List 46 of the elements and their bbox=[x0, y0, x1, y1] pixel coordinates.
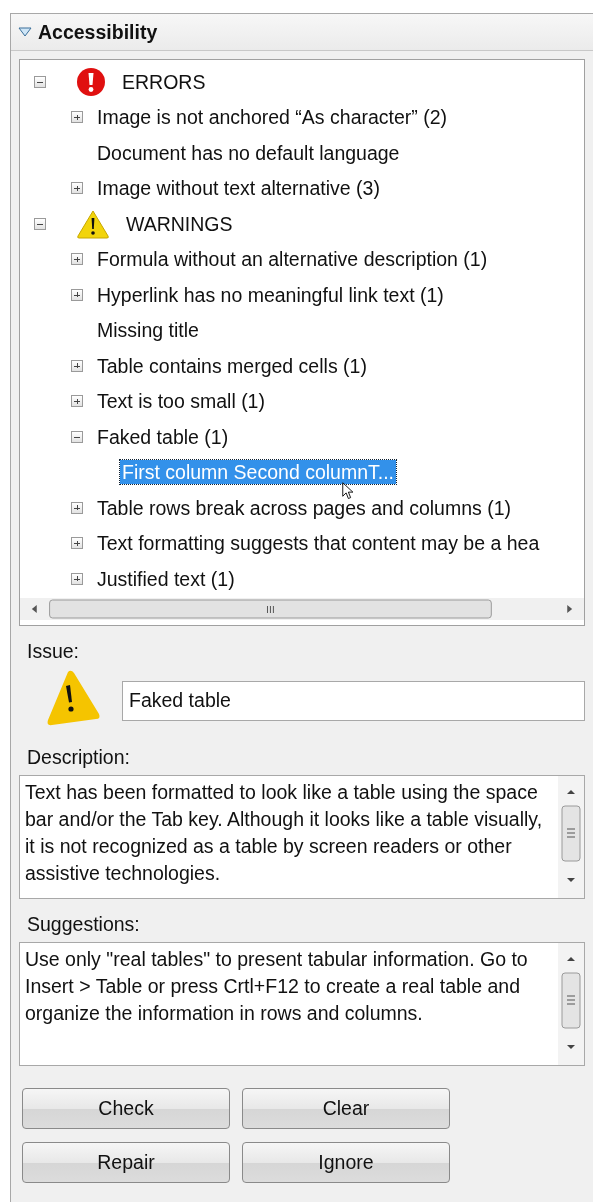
horizontal-scrollbar[interactable] bbox=[20, 598, 584, 620]
error-icon bbox=[76, 66, 106, 97]
vertical-scrollbar[interactable] bbox=[558, 943, 584, 1065]
expander-button[interactable] bbox=[71, 182, 83, 195]
collapse-arrow-icon[interactable] bbox=[18, 27, 32, 37]
paragraph: Text has been formatted to look like a table using the space bar and/or the Tab key. Although it looks like a table visually, it is not recognized as a table by screen readers or other assistive technologies. bbox=[24, 780, 544, 886]
mouse-pointer-icon bbox=[342, 481, 354, 500]
expander-button[interactable] bbox=[71, 359, 83, 372]
expander-button[interactable] bbox=[71, 395, 83, 408]
tree-item[interactable]: Faked table (1) bbox=[95, 424, 231, 449]
vertical-scrollbar[interactable] bbox=[558, 776, 584, 898]
push-button[interactable]: Clear bbox=[242, 1088, 450, 1129]
tree-item[interactable]: Table rows break across pages and columns (1) bbox=[95, 495, 514, 520]
expander-button[interactable] bbox=[34, 217, 46, 230]
expander-button[interactable] bbox=[71, 288, 83, 301]
tree-item[interactable]: Table contains merged cells (1) bbox=[95, 353, 369, 378]
expander-button[interactable] bbox=[34, 75, 46, 88]
expander-button[interactable] bbox=[71, 572, 83, 585]
expander-button[interactable] bbox=[71, 111, 83, 124]
tree-item[interactable]: Document has no default language bbox=[95, 140, 402, 165]
text-area[interactable]: Use only "real tables" to present tabular information. Go to Insert > Table or press Crtl+F12 to create a real table and organize the information in rows and columns. bbox=[19, 942, 585, 1066]
warning-icon bbox=[76, 208, 110, 239]
expander-button[interactable] bbox=[71, 501, 83, 514]
tree-item[interactable]: Text is too small (1) bbox=[95, 389, 267, 414]
paragraph: Use only "real tables" to present tabular information. Go to Insert > Table or press Crtl+F12 to create a real table and organize the information in rows and columns. bbox=[24, 947, 529, 1026]
tree-item[interactable]: Text formatting suggests that content may be a hea bbox=[95, 531, 542, 556]
tree-item[interactable]: ERRORS bbox=[120, 69, 208, 94]
tree-item[interactable]: Image without text alternative (3) bbox=[95, 176, 382, 201]
push-button[interactable]: Ignore bbox=[242, 1142, 450, 1183]
tree-item[interactable]: Hyperlink has no meaningful link text (1) bbox=[95, 282, 446, 307]
tree-item[interactable]: Formula without an alternative description (1) bbox=[95, 247, 490, 272]
tree-item[interactable]: Missing title bbox=[95, 318, 201, 343]
issue-field[interactable]: Faked table bbox=[122, 680, 585, 721]
expander-button[interactable] bbox=[71, 430, 83, 443]
panel-title: Accessibility bbox=[38, 20, 158, 44]
field-label: Issue: bbox=[27, 640, 80, 663]
push-button[interactable]: Repair bbox=[22, 1142, 230, 1183]
field-label: Suggestions: bbox=[27, 913, 140, 936]
text-area[interactable] bbox=[19, 775, 585, 899]
field-label: Description: bbox=[27, 746, 130, 769]
tree-item[interactable]: WARNINGS bbox=[124, 211, 235, 236]
tree-item[interactable]: Justified text (1) bbox=[95, 566, 237, 591]
expander-button[interactable] bbox=[71, 537, 83, 550]
tree-item[interactable]: Image is not anchored “As character” (2) bbox=[95, 105, 450, 130]
push-button[interactable]: Check bbox=[22, 1088, 230, 1129]
expander-button[interactable] bbox=[71, 253, 83, 266]
